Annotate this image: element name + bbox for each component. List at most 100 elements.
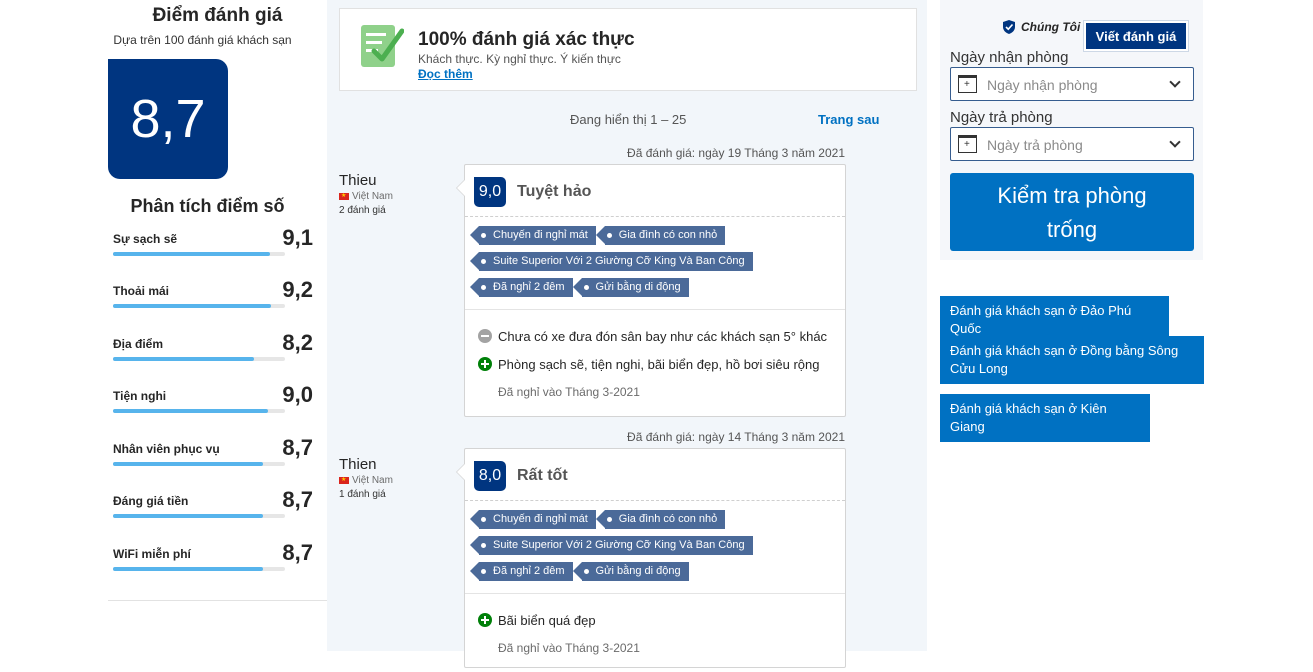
score-category-label: Địa điểm xyxy=(113,337,164,351)
review-tag: Chuyến đi nghỉ mát xyxy=(470,226,596,245)
score-category-label: WiFi miễn phí xyxy=(113,547,191,561)
checkout-date-input[interactable]: Ngày trả phòng xyxy=(950,127,1194,161)
minus-circle-icon xyxy=(478,329,492,343)
score-summary-subtitle: Dựa trên 100 đánh giá khách sạn xyxy=(113,33,292,47)
verified-reviews-description: Khách thực. Kỳ nghỉ thực. Ý kiến thực xyxy=(418,52,621,66)
review-positive-text: Bãi biển quá đẹp xyxy=(498,612,596,628)
plus-circle-icon xyxy=(478,357,492,371)
pagination-status: Đang hiển thị 1 – 25 xyxy=(570,112,687,127)
review-tags: Chuyến đi nghỉ mát Gia đình có con nhỏ Su… xyxy=(465,501,845,594)
score-category-label: Nhân viên phục vụ xyxy=(113,442,220,456)
score-category-bar xyxy=(113,462,285,466)
score-category: Đáng giá tiền 8,7 xyxy=(113,487,313,534)
score-category-label: Thoải mái xyxy=(113,284,170,298)
score-category-label: Tiện nghi xyxy=(113,389,167,403)
plus-circle-icon xyxy=(478,613,492,627)
review-card: 9,0 Tuyệt hảo Chuyến đi nghỉ mát Gia đình… xyxy=(456,164,846,417)
reviewer-country-label: Việt Nam xyxy=(352,475,393,486)
checkout-label: Ngày trả phòng xyxy=(950,109,1053,126)
reviewer-review-count: 2 đánh giá xyxy=(339,205,386,216)
review-positive: Bãi biển quá đẹp xyxy=(478,606,845,634)
write-review-button[interactable]: Viết đánh giá xyxy=(1083,20,1189,52)
score-category-value: 9,0 xyxy=(282,382,313,407)
score-breakdown-title: Phân tích điểm số xyxy=(130,196,285,216)
review-tag: Chuyến đi nghỉ mát xyxy=(470,510,596,529)
read-more-link[interactable]: Đọc thêm xyxy=(418,67,473,81)
score-category-bar xyxy=(113,304,285,308)
reviewer-info: Thieu Việt Nam 2 đánh giá xyxy=(339,172,393,216)
score-category-value: 8,7 xyxy=(282,487,313,512)
overall-score-badge: 8,7 xyxy=(108,59,228,179)
score-category: Thoải mái 9,2 xyxy=(113,277,313,324)
review-stayed-date: Đã nghỉ vào Tháng 3-2021 xyxy=(498,385,640,399)
review-score-badge: 8,0 xyxy=(474,461,506,491)
score-category-bar xyxy=(113,567,285,571)
review-tag: Gửi bằng di động xyxy=(572,278,689,297)
reviewer-country: Việt Nam xyxy=(339,475,393,486)
score-category: Nhân viên phục vụ 8,7 xyxy=(113,435,313,482)
score-summary-panel: Điểm đánh giá Dựa trên 100 đánh giá khác… xyxy=(108,0,327,651)
score-category-value: 8,7 xyxy=(282,540,313,565)
score-category-bar xyxy=(113,252,285,256)
review-tag: Đã nghỉ 2 đêm xyxy=(470,562,573,581)
review-tag: Suite Superior Với 2 Giường Cỡ King Và B… xyxy=(470,252,753,271)
next-page-link[interactable]: Trang sau xyxy=(818,112,879,127)
reviewer-name: Thieu xyxy=(339,172,377,189)
reviews-list: 100% đánh giá xác thực Khách thực. Kỳ ng… xyxy=(327,0,927,668)
score-category-bar-fill xyxy=(113,409,268,413)
score-category-bar-fill xyxy=(113,357,255,361)
review-date: Đã đánh giá: ngày 19 Tháng 3 năm 2021 xyxy=(627,146,845,160)
check-availability-label-1: Kiểm tra phòng xyxy=(997,183,1147,208)
related-link-mekong-delta[interactable]: Đánh giá khách sạn ở Đồng bằng Sông Cửu … xyxy=(940,336,1204,384)
review-negative-text: Chưa có xe đưa đón sân bay như các khách… xyxy=(498,328,828,344)
review-tag: Gia đình có con nhỏ xyxy=(595,510,726,529)
check-availability-label-2: trống xyxy=(1046,217,1098,242)
calendar-icon xyxy=(958,135,977,153)
review-title: Rất tốt xyxy=(517,467,568,484)
vietnam-flag-icon xyxy=(339,192,349,200)
review-tag: Suite Superior Với 2 Giường Cỡ King Và B… xyxy=(470,536,753,555)
score-category-value: 9,1 xyxy=(282,225,313,250)
divider xyxy=(108,600,327,601)
review-card: 8,0 Rất tốt Chuyến đi nghỉ mát Gia đình c… xyxy=(456,448,846,668)
shield-check-icon xyxy=(1003,20,1015,34)
we-label: Chúng Tôi xyxy=(1002,20,1080,34)
score-category: Tiện nghi 9,0 xyxy=(113,382,313,429)
review-header: 9,0 Tuyệt hảo xyxy=(465,165,845,217)
review-stayed-date: Đã nghỉ vào Tháng 3-2021 xyxy=(498,641,640,655)
verified-checklist-icon xyxy=(361,25,404,67)
we-label-text: Chúng Tôi xyxy=(1021,20,1081,34)
related-link-kien-giang[interactable]: Đánh giá khách sạn ở Kiên Giang xyxy=(940,394,1150,442)
review-tag: Gia đình có con nhỏ xyxy=(595,226,726,245)
score-summary-title: Điểm đánh giá xyxy=(152,5,283,26)
score-category-bar xyxy=(113,409,285,413)
score-category-label: Sự sạch sẽ xyxy=(113,232,178,246)
verified-reviews-banner: 100% đánh giá xác thực Khách thực. Kỳ ng… xyxy=(339,8,917,91)
chevron-down-icon xyxy=(1169,136,1181,148)
score-category-bar-fill xyxy=(113,567,263,571)
score-category-bar-fill xyxy=(113,462,263,466)
review-positive: Phòng sạch sẽ, tiện nghi, bãi biển đẹp, … xyxy=(478,350,845,378)
score-category-label: Đáng giá tiền xyxy=(113,494,189,508)
score-category-bar xyxy=(113,357,285,361)
review-positive-text: Phòng sạch sẽ, tiện nghi, bãi biển đẹp, … xyxy=(498,356,820,372)
review-tag: Gửi bằng di động xyxy=(572,562,689,581)
reviewer-country-label: Việt Nam xyxy=(352,191,393,202)
checkin-date-input[interactable]: Ngày nhận phòng xyxy=(950,67,1194,101)
score-category-bar-fill xyxy=(113,514,263,518)
score-category: Sự sạch sẽ 9,1 xyxy=(113,225,313,272)
score-category: Địa điểm 8,2 xyxy=(113,330,313,377)
verified-reviews-title: 100% đánh giá xác thực xyxy=(418,29,635,50)
score-category: WiFi miễn phí 8,7 xyxy=(113,540,313,587)
booking-panel: Chúng Tôi Viết đánh giá Ngày nhận phòng … xyxy=(940,0,1203,260)
review-title: Tuyệt hảo xyxy=(517,183,592,200)
score-category-bar xyxy=(113,514,285,518)
score-category-bar-fill xyxy=(113,252,270,256)
checkin-label: Ngày nhận phòng xyxy=(950,49,1069,66)
check-availability-button[interactable]: Kiểm tra phòng trống xyxy=(950,173,1194,251)
calendar-icon xyxy=(958,75,977,93)
score-category-value: 8,7 xyxy=(282,435,313,460)
reviewer-review-count: 1 đánh giá xyxy=(339,489,386,500)
review-score-badge: 9,0 xyxy=(474,177,506,207)
checkout-placeholder: Ngày trả phòng xyxy=(987,137,1083,153)
